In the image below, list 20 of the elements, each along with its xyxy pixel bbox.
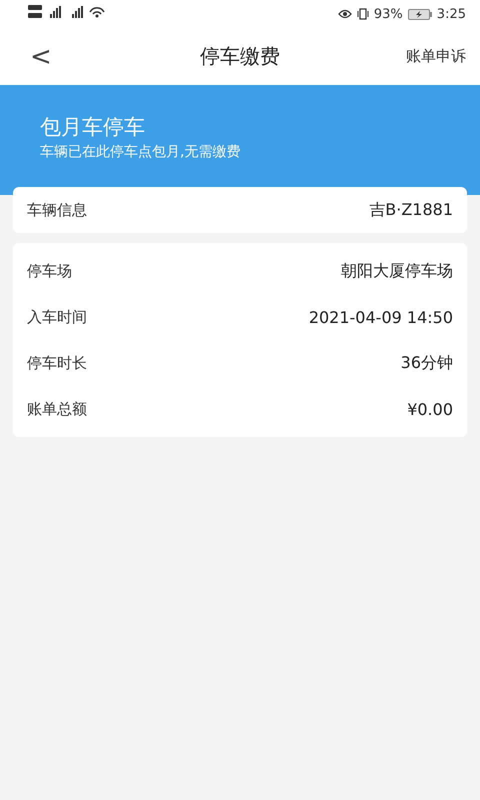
back-button[interactable]: < <box>22 42 60 72</box>
row-label: 停车场 <box>27 262 72 280</box>
eye-icon <box>338 9 352 19</box>
bill-appeal-link[interactable]: 账单申诉 <box>406 47 466 66</box>
row-label: 入车时间 <box>27 308 87 326</box>
row-label: 车辆信息 <box>27 200 87 220</box>
row-value: 吉B·Z1881 <box>369 200 453 220</box>
clock-time: 3:25 <box>436 6 466 22</box>
battery-icon <box>408 8 432 20</box>
row-value: 2021-04-09 14:50 <box>308 308 453 326</box>
row-label: 停车时长 <box>27 354 87 372</box>
row-value: 朝阳大厦停车场 <box>341 260 453 282</box>
row-value: 36分钟 <box>400 352 453 374</box>
row-value: ¥0.00 <box>407 400 453 418</box>
row-label: 账单总额 <box>27 400 87 418</box>
banner-subtitle: 车辆已在此停车点包月,无需缴费 <box>40 143 240 161</box>
banner-title: 包月车停车 <box>40 114 146 141</box>
page-title: 停车缴费 <box>200 43 280 70</box>
vibrate-icon <box>356 8 369 20</box>
battery-percent: 93% <box>374 6 403 22</box>
